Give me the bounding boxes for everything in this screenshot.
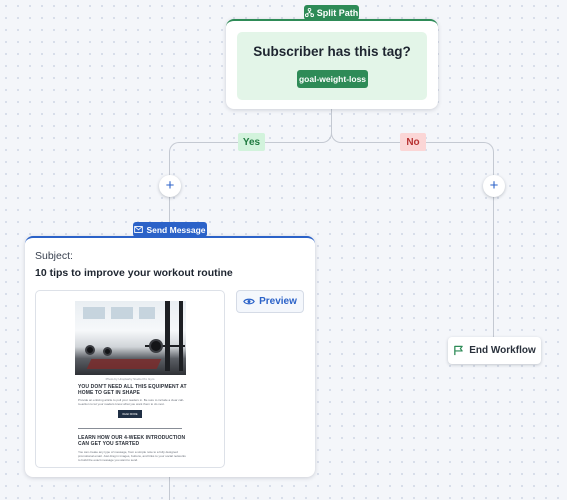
eye-icon [243, 297, 255, 306]
end-workflow-button[interactable]: End Workflow [448, 337, 541, 364]
email-divider [78, 428, 182, 429]
connector-right-corner-top [331, 131, 343, 143]
branch-yes-label: Yes [238, 133, 265, 151]
email-read-more-button: READ MORE [118, 410, 142, 418]
connector-right-corner [482, 142, 494, 154]
email-preview-thumbnail[interactable]: Photo by Unsplashy Studio Pro Gym YOU DO… [35, 290, 225, 468]
envelope-icon [134, 226, 144, 233]
split-condition-box: Subscriber has this tag? goal-weight-los… [237, 32, 427, 100]
split-path-card[interactable]: Subscriber has this tag? goal-weight-los… [226, 19, 438, 109]
branch-no-label: No [400, 133, 426, 151]
tag-value-pill: goal-weight-loss [297, 70, 368, 88]
split-question: Subscriber has this tag? [253, 44, 411, 59]
connector-left-corner [169, 142, 181, 154]
send-message-tag: Send Message [133, 222, 207, 237]
split-path-icon [304, 8, 314, 17]
email-heading-1: YOU DON'T NEED ALL THIS EQUIPMENT AT HOM… [78, 384, 187, 396]
send-message-tag-label: Send Message [146, 224, 206, 235]
connector-message-down [169, 477, 170, 500]
connector-split-down [331, 109, 332, 131]
flag-icon [453, 345, 464, 356]
email-paragraph-1: Provide an enticing article to pull your… [78, 398, 184, 406]
email-heading-2: LEARN HOW OUR 4-WEEK INTRODUCTION CAN GE… [78, 435, 186, 447]
gym-photo [75, 301, 186, 375]
subject-text: 10 tips to improve your workout routine [35, 267, 233, 279]
email-paragraph-2: You can create any type of message, from… [78, 450, 186, 462]
preview-button-label: Preview [259, 296, 297, 307]
add-step-no-button[interactable]: + [483, 175, 505, 197]
end-workflow-label: End Workflow [469, 345, 536, 356]
split-path-tag: Split Path [304, 5, 359, 20]
split-path-tag-label: Split Path [316, 7, 359, 18]
image-caption: Photo by Unsplashy Studio Pro Gym [105, 377, 155, 381]
subject-label: Subject: [35, 250, 73, 262]
add-step-yes-button[interactable]: + [159, 175, 181, 197]
send-message-card[interactable]: Subject: 10 tips to improve your workout… [25, 236, 315, 477]
preview-button[interactable]: Preview [236, 290, 304, 313]
